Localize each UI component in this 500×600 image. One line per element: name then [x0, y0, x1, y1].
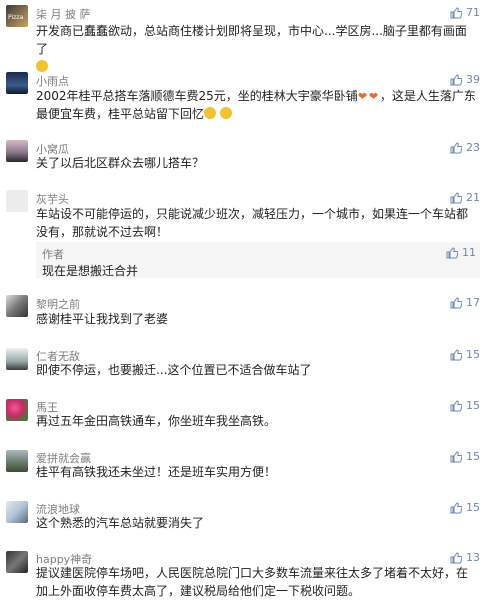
like-button[interactable]: 23 — [450, 141, 480, 154]
thumbs-up-icon — [450, 551, 462, 563]
like-button[interactable]: 21 — [450, 191, 480, 204]
thumbs-up-icon — [446, 246, 458, 258]
thumbs-up-icon — [450, 450, 462, 462]
comment-text: 感谢桂平让我找到了老婆 — [36, 312, 169, 326]
comment-text: 车站设不可能停运的，只能说减少班次，减轻压力，一个城市，如果连一个车站都没有，那… — [36, 207, 469, 239]
smile-emoji-icon — [36, 60, 48, 72]
like-count: 17 — [466, 296, 480, 309]
comment-text: 即使不停运，也要搬迁...这个位置已不适合做车站了 — [36, 363, 312, 377]
comment-text: 这个熟悉的汽车总站就要消失了 — [36, 516, 205, 530]
avatar[interactable] — [6, 348, 28, 370]
like-button[interactable]: 17 — [450, 296, 480, 309]
thumbs-up-icon — [450, 348, 462, 360]
comment-text: 2002年桂平总搭车落顺德车费25元，坐的桂林大宇豪华卧铺❤ ❤ ，这是人生落广东 … — [36, 89, 476, 121]
comment-text: 再过五年金田高铁通车，你坐班车我坐高铁。 — [36, 414, 277, 428]
like-button[interactable]: 15 — [450, 501, 480, 514]
like-button[interactable]: 71 — [450, 6, 480, 19]
like-button[interactable]: 15 — [450, 450, 480, 463]
like-count: 71 — [466, 6, 480, 19]
like-button[interactable]: 11 — [446, 246, 476, 259]
like-button[interactable]: 13 — [450, 551, 480, 564]
like-button[interactable]: 39 — [450, 73, 480, 86]
like-count: 21 — [466, 191, 480, 204]
avatar[interactable] — [6, 551, 28, 573]
like-count: 15 — [466, 501, 480, 514]
comment-text: 提议建医院停车场吧，人民医院总院门口大多数车流量来往太多了堵着不太好，在加上外面… — [36, 566, 469, 598]
comment-text: 桂平有高铁我还未坐过！还是班车实用方便！ — [36, 465, 277, 479]
thumbs-up-icon — [450, 73, 462, 85]
smile-emoji-icon — [204, 107, 217, 119]
avatar[interactable] — [6, 501, 28, 523]
like-count: 15 — [466, 348, 480, 361]
thumbs-up-icon — [450, 191, 462, 203]
avatar[interactable] — [6, 450, 28, 472]
author-reply: 作者 11 现在是想搬迁合并 — [36, 242, 480, 278]
username[interactable]: 柒 月 披 萨 — [36, 6, 91, 22]
avatar[interactable] — [6, 72, 28, 94]
like-count: 39 — [466, 73, 480, 86]
avatar[interactable] — [6, 399, 28, 421]
thumbs-up-icon — [450, 141, 462, 153]
like-count: 15 — [466, 399, 480, 412]
thumbs-up-icon — [450, 501, 462, 513]
thumbs-up-icon — [450, 6, 462, 18]
comment-text: 开发商已蠢蠢欲动，总站商住楼计划即将呈现，市中心...学区房...脑子里都有画面… — [36, 22, 476, 76]
heart-emoji-icon: ❤ — [368, 90, 379, 103]
like-button[interactable]: 15 — [450, 348, 480, 361]
thumbs-up-icon — [450, 399, 462, 411]
avatar[interactable]: Pizza — [6, 5, 28, 27]
smile-emoji-icon — [219, 107, 232, 119]
like-count: 15 — [466, 450, 480, 463]
avatar[interactable] — [6, 140, 28, 162]
reply-username[interactable]: 作者 — [42, 246, 64, 262]
avatar[interactable] — [6, 295, 28, 317]
like-count: 11 — [462, 246, 476, 259]
comment-list: Pizza 柒 月 披 萨 71 开发商已蠢蠢欲动，总站商住楼计划即将呈现，市中… — [0, 0, 500, 598]
heart-emoji-icon: ❤ — [357, 90, 368, 103]
avatar[interactable] — [6, 190, 28, 212]
like-count: 23 — [466, 141, 480, 154]
thumbs-up-icon — [450, 296, 462, 308]
comment-text: 关了以后北区群众去哪儿搭车？ — [36, 156, 205, 170]
like-count: 13 — [466, 551, 480, 564]
like-button[interactable]: 15 — [450, 399, 480, 412]
reply-text: 现在是想搬迁合并 — [42, 264, 139, 278]
